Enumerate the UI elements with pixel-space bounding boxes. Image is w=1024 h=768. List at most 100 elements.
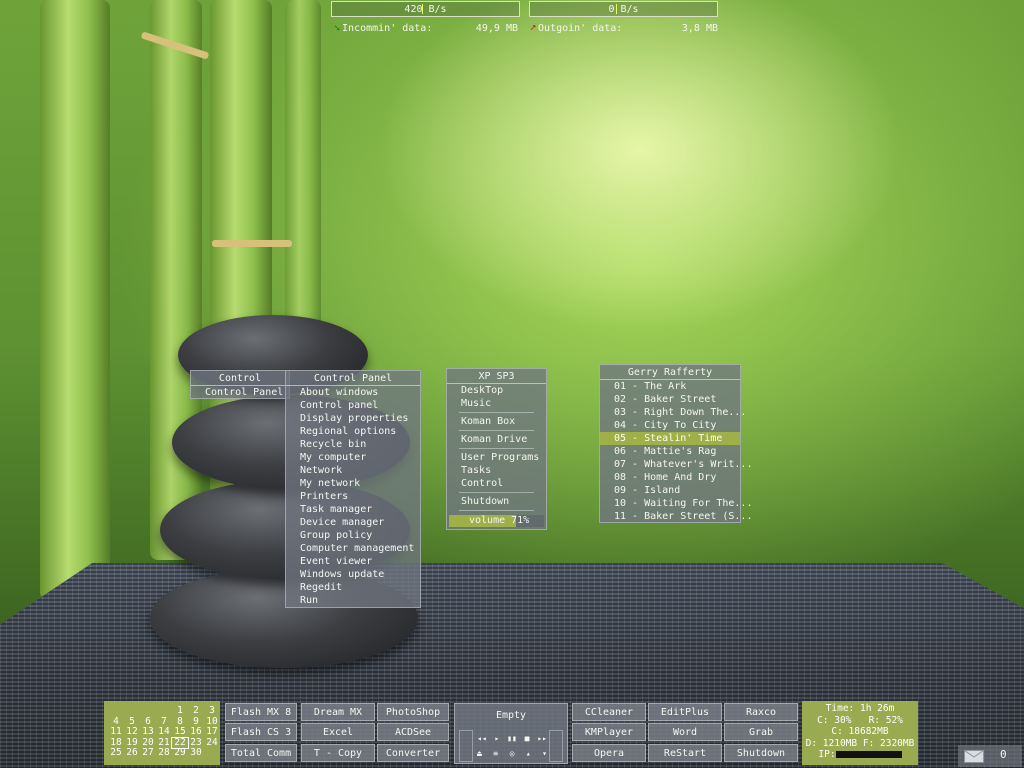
calendar-day[interactable]: 2 bbox=[188, 706, 204, 717]
calendar-day[interactable]: 17 bbox=[204, 727, 220, 738]
control-panel-item-computer-management[interactable]: Computer management bbox=[286, 542, 420, 555]
launcher-raxco-button[interactable]: Raxco bbox=[724, 703, 798, 721]
control-panel-item-display-properties[interactable]: Display properties bbox=[286, 412, 420, 425]
incoming-rate-bar: 420 B/s bbox=[331, 1, 520, 17]
launcher-kmplayer-button[interactable]: KMPlayer bbox=[572, 723, 646, 741]
control-panel-item-recycle-bin[interactable]: Recycle bin bbox=[286, 438, 420, 451]
launcher-dream-mx-button[interactable]: Dream MX bbox=[301, 703, 375, 721]
calendar-day[interactable]: 14 bbox=[156, 727, 172, 738]
arrow-down-icon: ➘ bbox=[334, 23, 341, 34]
player-control-button[interactable]: ▴ bbox=[526, 749, 531, 758]
launcher-ccleaner-button[interactable]: CCleaner bbox=[572, 703, 646, 721]
launcher-opera-button[interactable]: Opera bbox=[572, 744, 646, 762]
launcher-acdsee-button[interactable]: ACDSee bbox=[377, 723, 449, 741]
ip-label: IP: bbox=[818, 749, 836, 760]
control-menu-item-control-panel[interactable]: Control Panel bbox=[191, 386, 289, 399]
control-panel-item-network[interactable]: Network bbox=[286, 464, 420, 477]
playlist-track[interactable]: 02 - Baker Street bbox=[600, 393, 740, 406]
control-panel-item-my-network[interactable]: My network bbox=[286, 477, 420, 490]
launcher-total-comm-button[interactable]: Total Comm bbox=[225, 744, 297, 762]
control-menu: Control Control Panel bbox=[190, 370, 290, 399]
volume-slider[interactable]: volume 71% bbox=[449, 515, 544, 527]
launcher-converter-button[interactable]: Converter bbox=[377, 744, 449, 762]
outgoing-level-marker bbox=[616, 4, 618, 14]
player-track-title: Empty bbox=[495, 710, 527, 721]
incoming-level-marker bbox=[421, 4, 423, 14]
launcher-shutdown-button[interactable]: Shutdown bbox=[724, 744, 798, 762]
playlist-panel: Gerry Rafferty 01 - The Ark 02 - Baker St… bbox=[599, 364, 752, 523]
playlist-track[interactable]: 11 - Baker Street (S... bbox=[600, 510, 752, 523]
xp-menu-item-control[interactable]: Control bbox=[447, 477, 546, 490]
player-seek-bar[interactable] bbox=[549, 730, 563, 762]
player-controls-row2: ⏏ ≡ ◎ ▴ ▾ bbox=[477, 749, 547, 758]
calendar-day[interactable]: 28 bbox=[156, 748, 172, 759]
player-control-button[interactable]: ◂◂ bbox=[477, 734, 487, 743]
control-panel-item-regedit[interactable]: Regedit bbox=[286, 581, 420, 594]
xp-menu-item-tasks[interactable]: Tasks bbox=[447, 464, 546, 477]
playlist-track[interactable]: 07 - Whatever's Writ... bbox=[600, 458, 752, 471]
playlist-track[interactable]: 06 - Mattie's Rag bbox=[600, 445, 740, 458]
launcher-flash-mx-8-button[interactable]: Flash MX 8 bbox=[225, 703, 297, 721]
control-panel-item-windows-update[interactable]: Windows update bbox=[286, 568, 420, 581]
control-panel-item-group-policy[interactable]: Group policy bbox=[286, 529, 420, 542]
calendar-day[interactable]: 25 bbox=[108, 748, 124, 759]
launcher-word-button[interactable]: Word bbox=[648, 723, 722, 741]
calendar-day[interactable]: 30 bbox=[188, 748, 204, 759]
calendar-day[interactable]: 24 bbox=[204, 737, 220, 749]
xp-menu-item-shutdown[interactable]: Shutdown bbox=[447, 495, 546, 508]
control-panel-item-my-computer[interactable]: My computer bbox=[286, 451, 420, 464]
calendar-day[interactable]: 3 bbox=[204, 706, 220, 717]
calendar-day[interactable]: 13 bbox=[140, 727, 156, 738]
playlist-track[interactable]: 04 - City To City bbox=[600, 419, 740, 432]
calendar-day[interactable]: 26 bbox=[124, 748, 140, 759]
control-panel-item-task-manager[interactable]: Task manager bbox=[286, 503, 420, 516]
playlist-track[interactable]: 05 - Stealin' Time bbox=[600, 432, 740, 445]
control-panel-item-event-viewer[interactable]: Event viewer bbox=[286, 555, 420, 568]
playlist-track[interactable]: 09 - Island bbox=[600, 484, 740, 497]
launcher-editplus-button[interactable]: EditPlus bbox=[648, 703, 722, 721]
control-panel-item-printers[interactable]: Printers bbox=[286, 490, 420, 503]
player-volume-bar[interactable] bbox=[459, 730, 473, 762]
launcher-restart-button[interactable]: ReStart bbox=[648, 744, 722, 762]
calendar-day[interactable]: 16 bbox=[188, 727, 204, 738]
mail-notifier[interactable]: 0 bbox=[958, 745, 1022, 767]
xp-menu-item-music[interactable]: Music bbox=[447, 397, 546, 410]
envelope-icon bbox=[964, 750, 984, 763]
player-control-button[interactable]: ≡ bbox=[493, 749, 498, 758]
xp-menu-title: XP SP3 bbox=[447, 369, 546, 384]
control-panel-item-regional-options[interactable]: Regional options bbox=[286, 425, 420, 438]
control-panel-item-control-panel[interactable]: Control panel bbox=[286, 399, 420, 412]
calendar-day bbox=[124, 706, 140, 717]
playlist-track[interactable]: 08 - Home And Dry bbox=[600, 471, 740, 484]
player-control-button[interactable]: ▸ bbox=[494, 734, 499, 743]
launcher-t-copy-button[interactable]: T - Copy bbox=[301, 744, 375, 762]
launcher-grab-button[interactable]: Grab bbox=[724, 723, 798, 741]
calendar-day[interactable]: 12 bbox=[124, 727, 140, 738]
calendar-day[interactable]: 15 bbox=[172, 727, 188, 738]
xp-menu-item-user-programs[interactable]: User Programs bbox=[447, 451, 546, 464]
calendar-day[interactable]: 1 bbox=[172, 706, 188, 717]
launcher-excel-button[interactable]: Excel bbox=[301, 723, 375, 741]
playlist-track[interactable]: 03 - Right Down The... bbox=[600, 406, 746, 419]
player-control-button[interactable]: ■ bbox=[525, 734, 530, 743]
player-control-button[interactable]: ▮▮ bbox=[507, 734, 517, 743]
playlist-track[interactable]: 01 - The Ark bbox=[600, 380, 740, 393]
calendar-day[interactable]: 11 bbox=[108, 727, 124, 738]
player-control-button[interactable]: ▾ bbox=[542, 749, 547, 758]
control-panel-item-about-windows[interactable]: About windows bbox=[286, 386, 420, 399]
calendar-day[interactable]: 29 bbox=[172, 748, 188, 759]
control-panel-item-run[interactable]: Run bbox=[286, 594, 420, 607]
launcher-photoshop-button[interactable]: PhotoShop bbox=[377, 703, 449, 721]
menu-separator bbox=[459, 448, 534, 449]
xp-menu-item-koman-drive[interactable]: Koman Drive bbox=[447, 433, 546, 446]
xp-menu-item-desktop[interactable]: DeskTop bbox=[447, 384, 546, 397]
control-panel-item-device-manager[interactable]: Device manager bbox=[286, 516, 420, 529]
launcher-flash-cs-3-button[interactable]: Flash CS 3 bbox=[225, 723, 297, 741]
player-control-button[interactable]: ⏏ bbox=[477, 749, 482, 758]
player-control-button[interactable]: ◎ bbox=[510, 749, 515, 758]
player-control-button[interactable]: ▸▸ bbox=[537, 734, 547, 743]
uptime: Time: 1h 26m bbox=[825, 703, 895, 714]
playlist-track[interactable]: 10 - Waiting For The... bbox=[600, 497, 752, 510]
calendar-day[interactable]: 27 bbox=[140, 748, 156, 759]
xp-menu-item-koman-box[interactable]: Koman Box bbox=[447, 415, 546, 428]
